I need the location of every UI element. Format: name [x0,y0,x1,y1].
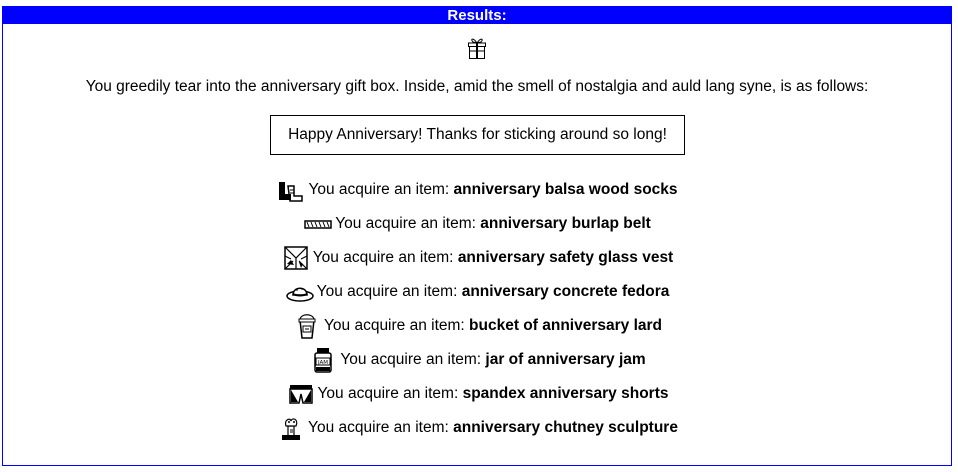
item-name: bucket of anniversary lard [469,317,663,334]
list-item: JAM You acquire an item: jar of annivers… [3,343,951,377]
shorts-icon [288,385,313,404]
jam-jar-icon: JAM [314,348,333,373]
intro-text: You greedily tear into the anniversary g… [85,78,869,95]
list-item: You acquire an item: anniversary concret… [3,275,951,309]
list-item: You acquire an item: anniversary balsa w… [3,173,951,207]
list-item: You acquire an item: anniversary burlap … [3,207,951,241]
item-prefix: You acquire an item: [316,283,462,300]
item-name: spandex anniversary shorts [462,385,669,402]
fedora-icon [285,287,314,302]
item-name: jar of anniversary jam [485,351,646,368]
vest-icon [284,246,308,270]
list-item: You acquire an item: bucket of anniversa… [3,309,951,343]
item-prefix: You acquire an item: [317,385,463,402]
item-prefix: You acquire an item: [308,419,454,436]
results-header: Results: [3,7,951,24]
acquired-items-list: You acquire an item: anniversary balsa w… [3,173,951,445]
item-name: anniversary balsa wood socks [453,181,678,198]
item-name: anniversary safety glass vest [457,249,674,266]
lard-bucket-icon [298,314,316,339]
item-prefix: You acquire an item: [340,351,486,368]
item-prefix: You acquire an item: [323,317,470,334]
sculpture-icon [282,418,301,440]
item-prefix: You acquire an item: [335,215,481,232]
list-item: You acquire an item: spandex anniversary… [3,377,951,411]
item-prefix: You acquire an item: [308,181,454,198]
anniversary-note: Happy Anniversary! Thanks for sticking a… [270,115,685,155]
item-prefix: You acquire an item: [312,249,458,266]
list-item: You acquire an item: anniversary chutney… [3,411,951,445]
item-name: anniversary chutney sculpture [453,419,678,436]
belt-icon [304,220,332,229]
item-name: anniversary concrete fedora [461,283,670,300]
svg-text:JAM: JAM [317,360,328,366]
list-item: You acquire an item: anniversary safety … [3,241,951,275]
socks-icon [279,182,304,202]
item-name: anniversary burlap belt [480,215,651,232]
results-panel: Results: You greedily tear into the anni… [2,6,952,466]
gift-box-icon [468,38,486,59]
